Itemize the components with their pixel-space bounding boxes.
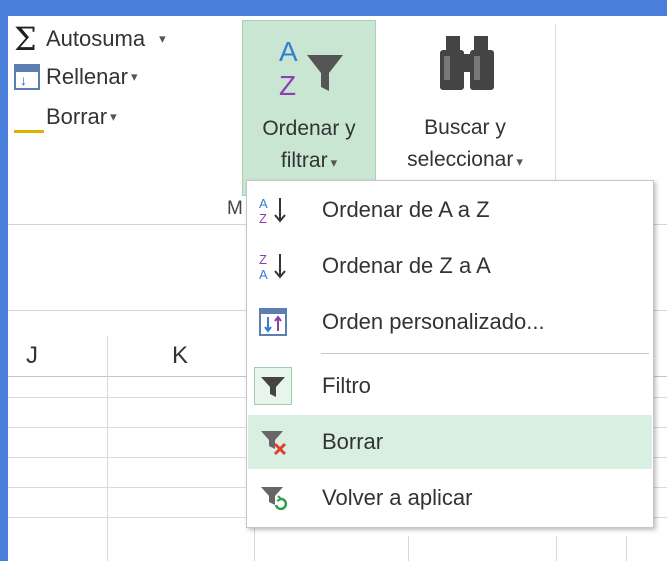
sort-z-to-a-icon: Z A (259, 252, 286, 281)
clear-filter-icon (261, 431, 287, 456)
fill-label: Rellenar (46, 64, 128, 89)
menu-item-sort-z-to-a[interactable]: Z A Ordenar de Z a A (248, 239, 652, 293)
svg-text:Z: Z (259, 211, 267, 225)
custom-sort-icon (259, 308, 287, 336)
column-divider (408, 536, 409, 561)
binoculars-icon (440, 36, 494, 90)
sort-filter-label-line1: Ordenar y (262, 117, 356, 140)
menu-item-reapply[interactable]: Volver a aplicar (248, 471, 652, 525)
menu-item-custom-sort[interactable]: Orden personalizado... (248, 295, 652, 349)
menu-item-label: Ordenar de Z a A (322, 253, 491, 278)
clear-button[interactable]: Borrar ▾ (14, 102, 117, 133)
group-label: M (227, 198, 243, 219)
autosum-button[interactable]: Σ Autosuma ▾ (14, 20, 166, 58)
svg-text:A: A (259, 267, 268, 281)
column-divider (107, 336, 108, 561)
column-divider (556, 536, 557, 561)
menu-item-label: Borrar (322, 429, 384, 454)
menu-item-filter[interactable]: Filtro (248, 359, 652, 413)
svg-text:Z: Z (279, 70, 296, 99)
sort-a-to-z-icon: A Z (259, 196, 286, 225)
menu-separator (321, 353, 649, 354)
column-divider (626, 536, 627, 561)
menu-item-clear-filter[interactable]: Borrar (248, 415, 652, 469)
menu-item-label: Volver a aplicar (322, 485, 473, 510)
clear-label: Borrar (46, 104, 108, 129)
menu-item-label: Ordenar de A a Z (322, 197, 490, 222)
chevron-down-icon: ▾ (110, 109, 117, 124)
sort-filter-label-line2: filtrar ▾ (280, 149, 338, 172)
autosum-label: Autosuma (46, 26, 146, 51)
reapply-icon (261, 487, 288, 511)
column-header-k[interactable]: K (172, 342, 188, 370)
find-select-label-line2: seleccionar ▾ (407, 148, 523, 171)
eraser-icon (14, 104, 44, 133)
menu-item-label: Orden personalizado... (322, 309, 545, 334)
fill-button[interactable]: ↓ Rellenar ▾ (14, 62, 137, 92)
menu-item-label: Filtro (322, 373, 371, 398)
chevron-down-icon: ▾ (130, 69, 138, 84)
chevron-down-icon: ▾ (159, 31, 166, 46)
fill-down-icon: ↓ (14, 64, 40, 90)
svg-text:A: A (279, 36, 298, 67)
find-select-label-line1: Buscar y (424, 116, 506, 139)
sort-filter-menu: A Z Ordenar de A a Z Z A Ordenar de Z a … (246, 180, 654, 528)
filter-icon (261, 377, 285, 397)
svg-text:Z: Z (259, 252, 267, 267)
sort-filter-icon: A Z (279, 36, 343, 99)
menu-item-sort-a-to-z[interactable]: A Z Ordenar de A a Z (248, 183, 652, 237)
sigma-icon: Σ (14, 20, 37, 58)
column-header-j[interactable]: J (26, 342, 38, 370)
find-select-button[interactable]: Buscar y seleccionar ▾ (380, 20, 550, 196)
svg-text:A: A (259, 196, 268, 211)
sort-filter-button[interactable]: A Z Ordenar y filtrar ▾ (242, 20, 376, 196)
